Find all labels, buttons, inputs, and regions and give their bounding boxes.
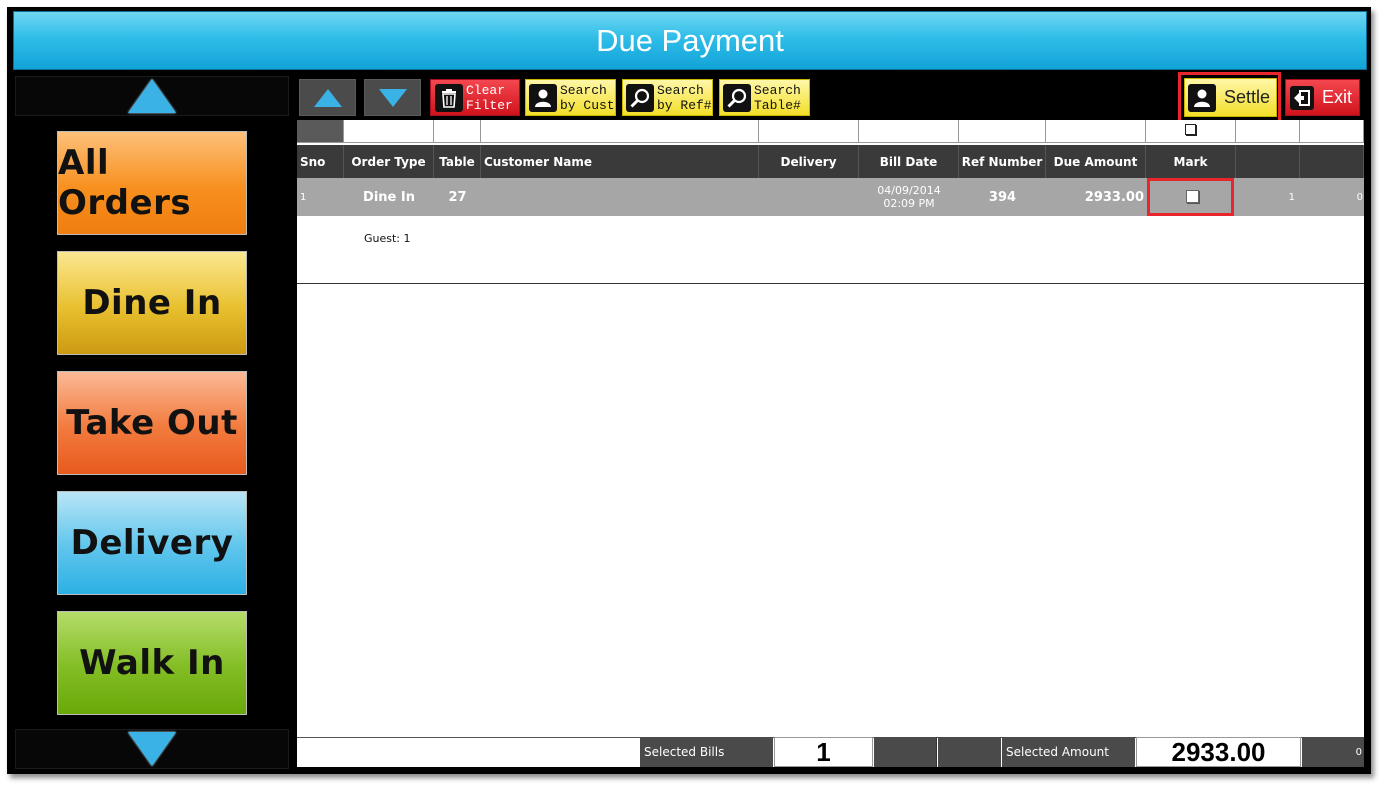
trash-icon	[435, 83, 463, 112]
take-out-button[interactable]: Take Out	[57, 371, 247, 475]
magnifier-icon	[723, 83, 751, 112]
column-header-bill-date[interactable]: Bill Date	[859, 145, 959, 178]
column-header-order-type[interactable]: Order Type	[344, 145, 434, 178]
user-icon	[1188, 83, 1216, 112]
settle-button[interactable]: Settle	[1184, 78, 1277, 117]
footer-spacer-2	[938, 737, 1001, 767]
selected-bills-label: Selected Bills	[640, 737, 773, 767]
exit-button[interactable]: Exit	[1285, 79, 1360, 116]
arrow-up-icon	[128, 77, 176, 115]
row-table: 27	[448, 189, 467, 205]
settle-label: Settle	[1224, 87, 1271, 107]
dine-in-button[interactable]: Dine In	[57, 251, 247, 355]
column-header-due-amount[interactable]: Due Amount	[1046, 145, 1146, 178]
filter-cell-ref[interactable]	[959, 120, 1046, 143]
column-header-delivery[interactable]: Delivery	[759, 145, 859, 178]
checkbox-icon	[1185, 124, 1196, 135]
row-bill-date-time: 02:09 PM	[883, 197, 935, 210]
footer-trailing-value: 0	[1302, 737, 1364, 767]
arrow-down-icon	[128, 730, 176, 768]
search-table-label-1: Search	[754, 82, 801, 98]
search-cust-label-1: Search	[560, 82, 607, 98]
footer-spacer-1	[874, 737, 937, 767]
user-icon	[529, 83, 557, 112]
selected-amount-label: Selected Amount	[1002, 737, 1135, 767]
arrow-up-icon	[313, 88, 342, 107]
column-header-sno[interactable]: Sno	[297, 145, 344, 178]
mark-all-checkbox[interactable]	[1146, 120, 1236, 143]
walk-in-button[interactable]: Walk In	[57, 611, 247, 715]
scroll-down-button[interactable]	[364, 79, 421, 116]
search-by-ref-button[interactable]: Search by Ref#	[622, 79, 713, 116]
selected-amount-value: 2933.00	[1136, 737, 1301, 767]
exit-label: Exit	[1322, 87, 1353, 107]
search-table-label-2: Table#	[754, 97, 801, 113]
column-header-extra2	[1300, 145, 1364, 178]
clear-filter-button[interactable]: Clear Filter	[430, 79, 520, 116]
row-bill-date: 04/09/2014 02:09 PM	[859, 178, 959, 216]
search-by-cust-button[interactable]: Search by Cust	[525, 79, 616, 116]
clear-filter-label-2: Filter	[466, 97, 513, 113]
window-title: Due Payment	[13, 11, 1367, 70]
arrow-down-icon	[378, 88, 407, 107]
search-ref-label-2: by Ref#	[657, 97, 712, 113]
checkbox-icon	[1186, 190, 1199, 203]
column-header-mark[interactable]: Mark	[1146, 145, 1236, 178]
row-ref-number: 394	[988, 189, 1017, 205]
column-header-customer-name[interactable]: Customer Name	[481, 145, 759, 178]
scroll-up-button[interactable]	[299, 79, 356, 116]
search-ref-label-1: Search	[657, 82, 704, 98]
column-header-table[interactable]: Table	[434, 145, 481, 178]
filter-cell-sno[interactable]	[297, 120, 344, 143]
delivery-button[interactable]: Delivery	[57, 491, 247, 595]
row-due-amount: 2933.00	[1084, 189, 1144, 205]
row-delivery	[759, 178, 859, 216]
row-sno: 1	[300, 191, 307, 203]
sidebar-scroll-up[interactable]	[15, 76, 289, 116]
column-header-extra1	[1236, 145, 1300, 178]
row-mark-checkbox[interactable]	[1186, 190, 1199, 203]
row-divider	[297, 283, 1364, 284]
filter-cell-table[interactable]	[434, 120, 481, 143]
magnifier-icon	[626, 83, 654, 112]
all-orders-button[interactable]: All Orders	[57, 131, 247, 235]
row-order-type: Dine In	[363, 189, 415, 205]
row-customer-name	[481, 178, 759, 216]
search-table-button[interactable]: Search Table#	[719, 79, 810, 116]
filter-cell-bill-date[interactable]	[859, 120, 959, 143]
guest-count: Guest: 1	[364, 232, 411, 245]
filter-cell-delivery[interactable]	[759, 120, 859, 143]
filter-cell-due[interactable]	[1046, 120, 1146, 143]
column-header-ref-number[interactable]: Ref Number	[959, 145, 1046, 178]
filter-cell-order-type[interactable]	[344, 120, 434, 143]
filter-cell-extra2	[1300, 120, 1364, 143]
selected-bills-value: 1	[774, 737, 873, 767]
filter-cell-customer[interactable]	[481, 120, 759, 143]
row-extra1: 1	[1288, 191, 1295, 203]
row-bill-date-date: 04/09/2014	[877, 184, 941, 197]
filter-cell-extra1	[1236, 120, 1300, 143]
row-extra2: 0	[1356, 191, 1363, 203]
sidebar-scroll-down[interactable]	[15, 729, 289, 769]
search-cust-label-2: by Cust	[560, 97, 615, 113]
exit-icon	[1290, 85, 1314, 110]
clear-filter-label-1: Clear	[466, 82, 506, 98]
